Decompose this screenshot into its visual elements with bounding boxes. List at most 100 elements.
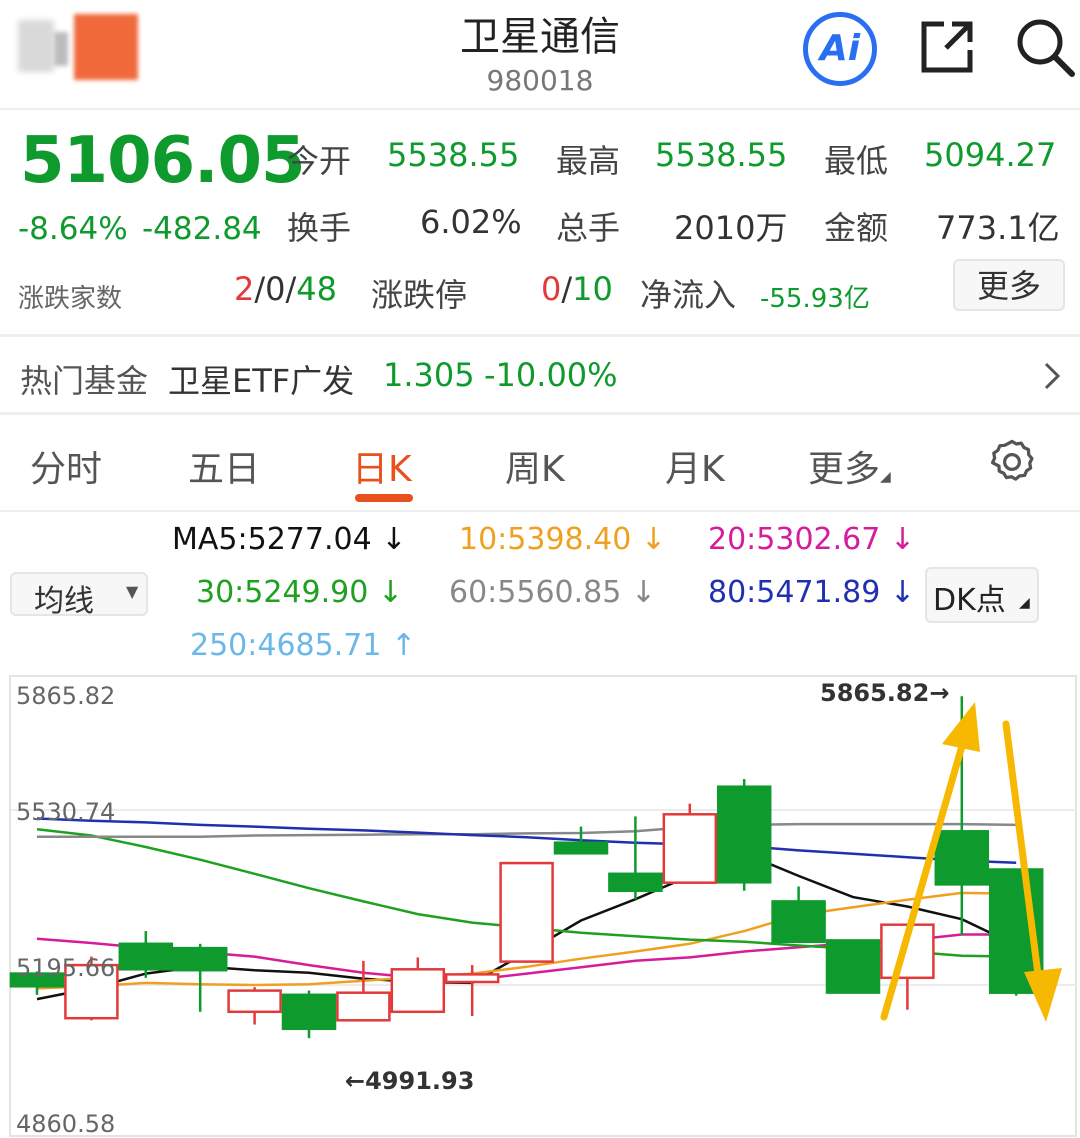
down-arrow-icon: ↓ (377, 575, 404, 610)
tab-daily-k[interactable]: 日K (352, 440, 412, 492)
limit-label: 涨跌停 (371, 276, 468, 314)
breadth-down: 48 (296, 270, 337, 308)
ma80-text: 80:5471.89 (708, 575, 881, 610)
candle-body (825, 939, 881, 994)
settings-gear-icon[interactable] (986, 436, 1038, 488)
y-tick-label: 5195.66 (16, 954, 115, 982)
current-price: 5106.05 (20, 124, 305, 198)
candle-body (499, 861, 554, 963)
amount-label: 金额 (824, 209, 889, 247)
candle-body (553, 841, 609, 855)
ma60-text: 60:5560.85 (449, 575, 622, 610)
candle (771, 886, 826, 944)
high-value: 5538.55 (655, 136, 788, 174)
search-icon[interactable] (1014, 16, 1076, 78)
y-tick-label: 4860.58 (16, 1110, 115, 1138)
limit-sep: / (561, 270, 573, 308)
candle (390, 957, 446, 1014)
caret-down-icon: ▼ (126, 582, 139, 601)
tab-five-day[interactable]: 五日 (188, 440, 260, 492)
down-arrow-icon: ↓ (889, 522, 916, 557)
candle (499, 861, 554, 963)
tab-more[interactable]: 更多◢ (808, 440, 891, 492)
ma60-line (37, 822, 1017, 839)
down-arrow-icon: ↓ (889, 575, 916, 610)
ma5-value: MA5:5277.04 ↓ (172, 522, 406, 557)
ma250-text: 250:4685.71 (190, 628, 382, 663)
turnover-value: 6.02% (420, 203, 522, 241)
low-value: 5094.27 (924, 136, 1057, 174)
breadth-sep: / (285, 270, 297, 308)
hot-fund-name: 卫星ETF广发 (168, 362, 355, 400)
indicator-select-label: 均线 (34, 584, 94, 619)
candle-body (336, 991, 391, 1022)
turnover-label: 换手 (287, 209, 352, 247)
active-tab-indicator (355, 494, 413, 502)
open-value: 5538.55 (387, 136, 520, 174)
down-arrow-icon: ↓ (630, 575, 657, 610)
tab-monthly-k[interactable]: 月K (665, 440, 725, 492)
amount-value: 773.1亿 (936, 209, 1060, 247)
ma10-value: 10:5398.40 ↓ (459, 522, 666, 557)
candle-body (390, 968, 446, 1014)
tab-more-label: 更多 (808, 449, 881, 490)
candle (281, 990, 337, 1039)
candle-body (118, 942, 174, 971)
up-arrow-icon: ↑ (390, 628, 417, 663)
breadth-up: 2 (234, 270, 255, 308)
candle-body (444, 973, 500, 984)
change-value: -482.84 (142, 211, 262, 247)
tab-intraday[interactable]: 分时 (30, 440, 102, 492)
min-price-label: ←4991.93 (345, 1067, 474, 1095)
limit-up: 0 (541, 270, 562, 308)
hot-fund-price: 1.305 (383, 356, 475, 394)
ma5-text: MA5:5277.04 (172, 522, 372, 557)
change-percent: -8.64% (18, 211, 128, 247)
candle (227, 987, 282, 1025)
hot-fund-change: -10.00% (484, 356, 618, 394)
dropdown-corner-icon: ◢ (880, 469, 891, 485)
candle-body (227, 989, 282, 1014)
breadth-label: 涨跌家数 (18, 284, 123, 314)
candle-body (281, 993, 337, 1031)
kline-chart[interactable]: 5865.82 5530.74 5195.66 4860.58 5865.82→… (0, 672, 1080, 1138)
down-arrow-icon: ↓ (640, 522, 667, 557)
candle-body (934, 830, 990, 886)
ma10-text: 10:5398.40 (459, 522, 632, 557)
candle (172, 943, 228, 1012)
share-icon[interactable] (916, 16, 978, 78)
ma20-text: 20:5302.67 (708, 522, 881, 557)
dk-point-button[interactable]: DK点 ◢ (925, 567, 1039, 623)
y-tick-label: 5865.82 (16, 682, 115, 710)
hot-fund-row[interactable]: 热门基金 卫星ETF广发 1.305 -10.00% (0, 336, 1080, 414)
high-label: 最高 (556, 142, 621, 180)
tabs-divider (0, 510, 1080, 512)
candle-body (716, 785, 772, 884)
fund-divider (0, 412, 1080, 415)
candle (716, 779, 772, 891)
dk-point-label: DK点 (933, 583, 1006, 618)
ma30-value: 30:5249.90 ↓ (196, 575, 403, 610)
open-label: 今开 (287, 142, 352, 180)
tab-weekly-k[interactable]: 周K (505, 440, 565, 492)
ma20-value: 20:5302.67 ↓ (708, 522, 915, 557)
breadth-flat: 0 (265, 270, 286, 308)
limit-value: 0/10 (541, 270, 613, 308)
ai-icon: Ai (819, 28, 861, 69)
max-price-label: 5865.82→ (820, 679, 949, 707)
header-divider (0, 108, 1080, 110)
candle-body (771, 900, 826, 944)
more-button[interactable]: 更多 (953, 259, 1065, 311)
inflow-label: 净流入 (640, 276, 737, 314)
volume-value: 2010万 (674, 209, 788, 247)
ai-button[interactable]: Ai (803, 12, 877, 86)
volume-label: 总手 (556, 209, 621, 247)
chevron-right-icon (1044, 362, 1061, 390)
breadth-sep: / (254, 270, 266, 308)
candle (825, 939, 881, 994)
indicator-select[interactable]: 均线 ▼ (10, 572, 148, 619)
candle-body (662, 813, 718, 884)
candle-body (172, 946, 228, 972)
hot-fund-label: 热门基金 (20, 362, 149, 400)
candle (662, 803, 718, 884)
